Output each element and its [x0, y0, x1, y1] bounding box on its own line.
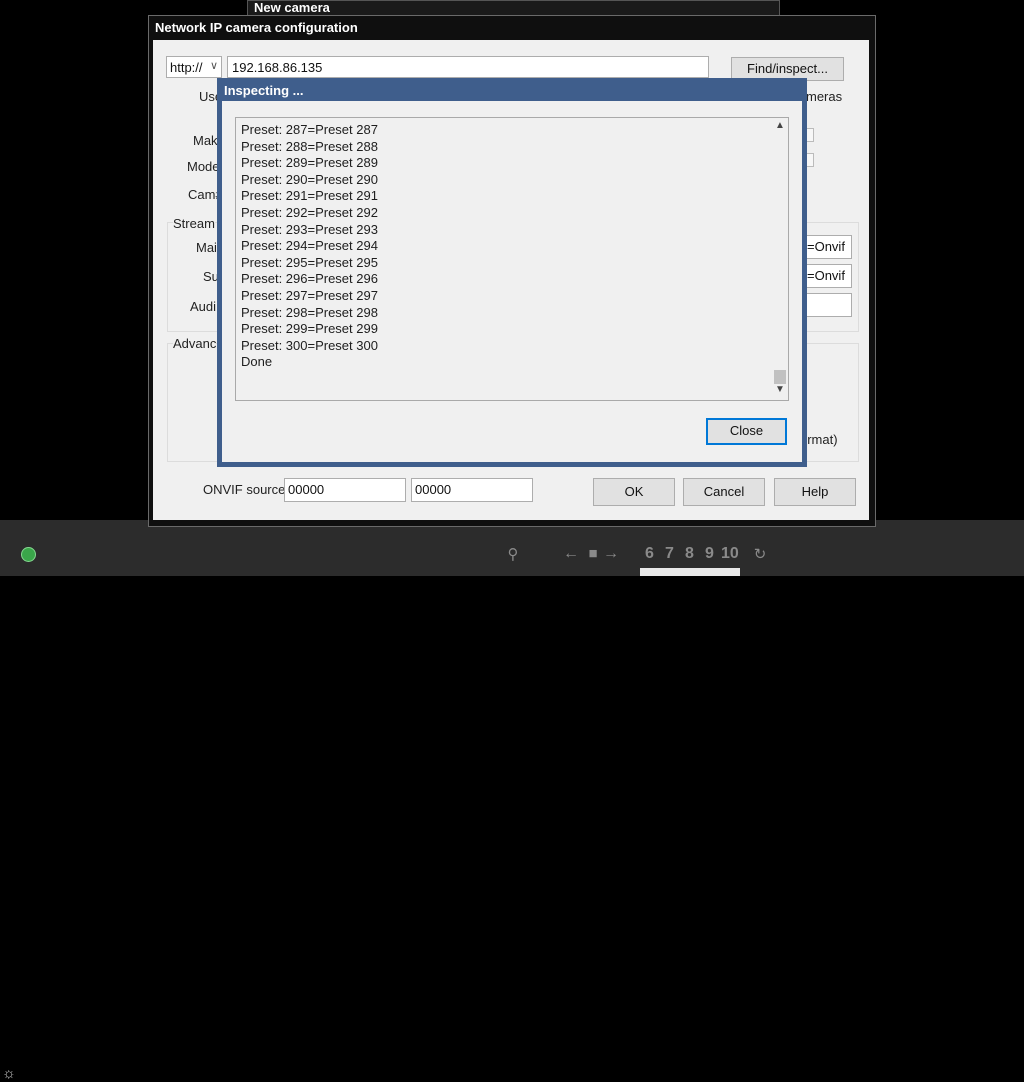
- brightness-icon[interactable]: ☼: [2, 1066, 18, 1082]
- help-button[interactable]: Help: [774, 478, 856, 506]
- log-line: Preset: 288=Preset 288: [241, 138, 378, 154]
- log-line: Preset: 296=Preset 296: [241, 271, 378, 287]
- sub-stream-field[interactable]: =Onvif: [804, 264, 852, 288]
- cancel-button[interactable]: Cancel: [683, 478, 765, 506]
- log-line: Preset: 292=Preset 292: [241, 205, 378, 220]
- log-line: Preset: 290=Preset 290: [241, 171, 378, 187]
- cameras-label: meras: [806, 89, 843, 104]
- spin-up-model[interactable]: [806, 153, 814, 167]
- spin-up-make[interactable]: [806, 128, 814, 142]
- protocol-select[interactable]: http:// ∨: [166, 56, 222, 78]
- arrow-left-icon[interactable]: ←: [563, 545, 579, 563]
- protocol-value: http://: [170, 60, 203, 75]
- advanced-label: Advanc: [173, 336, 217, 351]
- log-line: Preset: 299=Preset 299: [241, 321, 378, 337]
- main-stream-field[interactable]: =Onvif: [804, 235, 852, 259]
- log-line: Preset: 300=Preset 300: [241, 337, 378, 353]
- audio-field[interactable]: [804, 293, 852, 317]
- make-label: Mak: [193, 133, 218, 148]
- refresh-icon[interactable]: ↻: [752, 545, 768, 563]
- onvif-source-field-1[interactable]: 00000: [284, 478, 406, 502]
- log-line: Preset: 289=Preset 289: [241, 155, 378, 171]
- arrow-right-icon[interactable]: →: [603, 545, 619, 563]
- chevron-down-icon: ∨: [209, 60, 218, 72]
- close-button[interactable]: Close: [706, 418, 787, 445]
- log-line: Preset: 295=Preset 295: [241, 254, 378, 270]
- ok-button[interactable]: OK: [593, 478, 675, 506]
- log-scrollbar[interactable]: ▲ ▼: [772, 118, 788, 400]
- log-line: Preset: 297=Preset 297: [241, 288, 378, 303]
- onvif-source-label: ONVIF source:: [203, 482, 289, 497]
- audio-label: Audi: [190, 299, 217, 314]
- scroll-thumb[interactable]: [774, 370, 786, 384]
- preset-9[interactable]: 9: [705, 545, 714, 563]
- onvif-source-field-2[interactable]: 00000: [411, 478, 533, 502]
- preset-6[interactable]: 6: [645, 545, 654, 563]
- scroll-down-icon[interactable]: ▼: [772, 384, 788, 395]
- log-line: Preset: 287=Preset 287: [241, 122, 378, 137]
- bulb-icon[interactable]: [21, 547, 36, 562]
- address-input[interactable]: 192.168.86.135: [227, 56, 709, 78]
- preset-7[interactable]: 7: [665, 545, 674, 563]
- new-camera-title: New camera: [254, 0, 330, 15]
- stream-label: Stream: [173, 216, 215, 231]
- stop-icon[interactable]: ■: [585, 545, 601, 562]
- log-line: Preset: 293=Preset 293: [241, 221, 378, 237]
- log-line: Preset: 291=Preset 291: [241, 188, 378, 204]
- preset-10[interactable]: 10: [721, 545, 739, 563]
- log-line: Preset: 294=Preset 294: [241, 238, 378, 254]
- status-strip: [640, 568, 740, 576]
- main-stream-label: Mai: [196, 240, 217, 255]
- scroll-up-icon[interactable]: ▲: [772, 120, 788, 131]
- inspect-log[interactable]: Preset: 287=Preset 287 Preset: 288=Prese…: [235, 117, 789, 401]
- preset-8[interactable]: 8: [685, 545, 694, 563]
- zoom-icon[interactable]: ⚲: [505, 545, 521, 563]
- camera-config-title: Network IP camera configuration: [155, 20, 358, 35]
- log-line: Done: [241, 354, 273, 370]
- inspecting-title: Inspecting ...: [224, 83, 304, 98]
- model-label: Mode: [187, 159, 220, 174]
- log-line: Preset: 298=Preset 298: [241, 304, 378, 320]
